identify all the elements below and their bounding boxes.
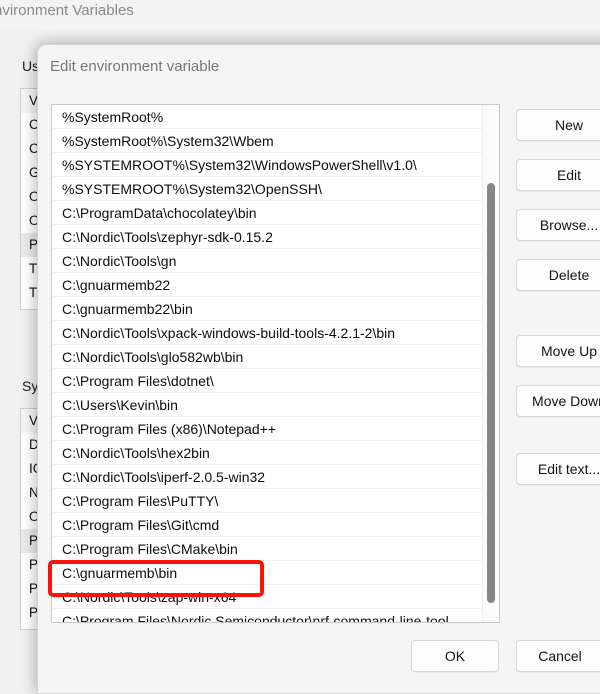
path-list-item[interactable]: %SYSTEMROOT%\System32\OpenSSH\ — [52, 177, 483, 201]
path-list-item[interactable]: C:\ProgramData\chocolatey\bin — [52, 201, 483, 225]
path-list-item[interactable]: %SYSTEMROOT%\System32\WindowsPowerShell\… — [52, 153, 483, 177]
path-list-item[interactable]: C:\Nordic\Tools\xpack-windows-build-tool… — [52, 321, 483, 345]
path-list-item[interactable]: C:\Users\Kevin\bin — [52, 393, 483, 417]
cancel-button[interactable]: Cancel — [516, 640, 600, 672]
path-list-item[interactable]: C:\Nordic\Tools\gn — [52, 249, 483, 273]
scrollbar-thumb[interactable] — [487, 183, 495, 603]
path-list-box[interactable]: %SystemRoot% %SystemRoot%\System32\Wbem %S… — [51, 104, 500, 623]
window-title: nvironment Variables — [0, 2, 134, 19]
path-list-item[interactable]: C:\Program Files\CMake\bin — [52, 537, 483, 561]
path-list-item[interactable]: %SystemRoot%\System32\Wbem — [52, 129, 483, 153]
edit-button[interactable]: Edit — [516, 159, 600, 191]
ok-button[interactable]: OK — [411, 640, 499, 672]
path-list-item[interactable]: C:\Program Files\PuTTY\ — [52, 489, 483, 513]
path-list-item[interactable]: C:\Nordic\Tools\hex2bin — [52, 441, 483, 465]
path-list-item[interactable]: C:\Program Files (x86)\Notepad++ — [52, 417, 483, 441]
path-list-item[interactable]: C:\gnuarmemb22 — [52, 273, 483, 297]
move-down-button[interactable]: Move Down — [516, 385, 600, 417]
dialog-title: Edit environment variable — [50, 58, 220, 75]
delete-button[interactable]: Delete — [516, 259, 600, 291]
path-list-item[interactable]: C:\Program Files\Nordic Semiconductor\nr… — [52, 609, 483, 622]
path-list-item[interactable]: C:\gnuarmemb22\bin — [52, 297, 483, 321]
path-list[interactable]: %SystemRoot% %SystemRoot%\System32\Wbem %S… — [52, 105, 483, 622]
path-list-item[interactable]: C:\Program Files\Git\cmd — [52, 513, 483, 537]
browse-button[interactable]: Browse... — [516, 209, 600, 241]
window-titlebar: nvironment Variables — [0, 0, 600, 30]
path-list-item[interactable]: C:\Nordic\Tools\iperf-2.0.5-win32 — [52, 465, 483, 489]
edit-text-button[interactable]: Edit text... — [516, 453, 600, 485]
path-list-item[interactable]: C:\Nordic\Tools\glo582wb\bin — [52, 345, 483, 369]
path-list-item[interactable]: %SystemRoot% — [52, 105, 483, 129]
path-list-item[interactable]: C:\Nordic\Tools\zap-win-x64 — [52, 585, 483, 609]
path-list-item[interactable]: C:\Program Files\dotnet\ — [52, 369, 483, 393]
edit-environment-variable-dialog: Edit environment variable %SystemRoot% %S… — [37, 44, 600, 694]
path-list-item[interactable]: C:\Nordic\Tools\zephyr-sdk-0.15.2 — [52, 225, 483, 249]
new-button[interactable]: New — [516, 109, 600, 141]
vertical-scrollbar[interactable] — [482, 105, 499, 622]
path-list-item[interactable]: C:\gnuarmemb\bin — [52, 561, 483, 585]
move-up-button[interactable]: Move Up — [516, 335, 600, 367]
